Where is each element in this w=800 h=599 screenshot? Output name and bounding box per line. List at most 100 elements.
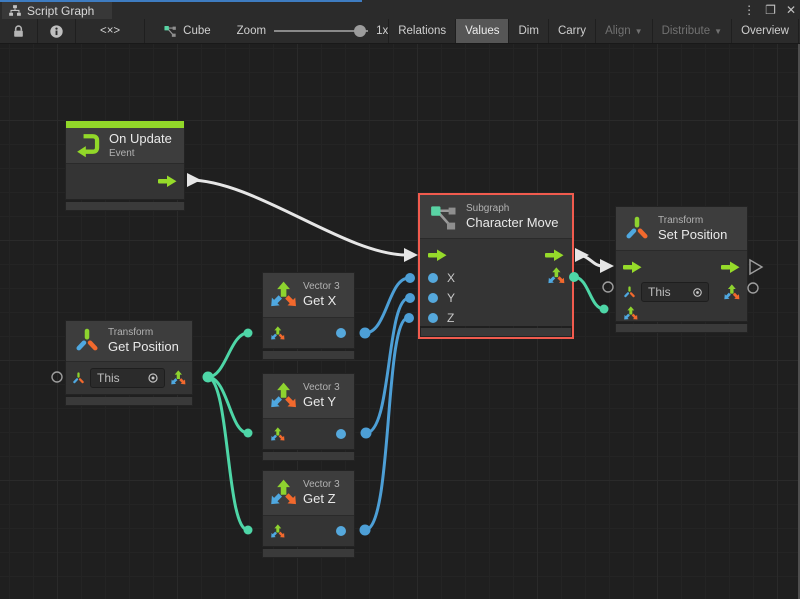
carry-button[interactable]: Carry [549,19,596,43]
zoom-value: 1x [376,25,388,37]
flow-in-port[interactable] [428,249,447,262]
info-button[interactable] [38,19,76,43]
align-dropdown[interactable]: Align ▼ [596,19,653,43]
float-out-port[interactable] [336,429,346,439]
port-label-z: Z [447,311,454,325]
flow-out-port[interactable] [545,249,564,262]
zoom-slider-handle[interactable] [354,25,366,37]
node-caption: Event [109,147,172,160]
lock-icon [11,24,26,39]
node-caption: Vector 3 [303,478,340,491]
node-get-z[interactable]: Vector 3 Get Z [262,470,355,558]
z-in-port[interactable] [428,313,438,323]
transform-out-port-icon[interactable] [723,284,740,301]
port-label-x: X [447,271,455,285]
flow-out-port[interactable] [721,261,740,274]
code-view-button[interactable]: <×> [76,19,145,43]
node-title: Set Position [658,227,727,244]
node-title: On Update [109,131,172,148]
node-title: Character Move [466,215,558,232]
graph-toolbar: <×> Cube Zoom 1x Relations Values Dim Ca… [0,19,800,44]
node-footer [420,328,572,337]
vector3-icon [269,281,297,309]
this-field-value: This [648,285,691,299]
transform-icon [74,328,100,354]
node-title: Get Y [303,394,340,411]
info-icon [49,24,64,39]
overview-label: Overview [741,25,789,37]
node-get-x[interactable]: Vector 3 Get X [262,272,355,360]
node-footer [65,397,193,406]
this-field-value: This [97,371,146,385]
node-title: Get Z [303,491,340,508]
node-footer [262,351,355,360]
this-object-field[interactable]: This [90,368,165,388]
node-on-update[interactable]: On Update Event [65,120,185,211]
node-footer [65,202,185,211]
window-titlebar[interactable]: Script Graph ⋮ ❐ ✕ [0,0,800,19]
node-footer [262,452,355,461]
distribute-dropdown[interactable]: Distribute ▼ [653,19,733,43]
object-picker-icon[interactable] [146,371,160,385]
dim-label: Dim [518,25,538,37]
close-icon[interactable]: ✕ [786,3,796,17]
y-in-port[interactable] [428,293,438,303]
chevron-down-icon: ▼ [635,27,643,36]
node-caption: Transform [658,214,727,227]
vector3-in-port-icon[interactable] [270,326,285,341]
node-caption: Subgraph [466,202,558,215]
on-update-loop-icon [74,132,101,159]
vector3-out-port-icon[interactable] [170,370,186,386]
graph-owner-icon [163,24,177,38]
this-object-field[interactable]: This [641,282,709,302]
node-footer [262,549,355,558]
distribute-label: Distribute [662,25,711,37]
graph-owner-breadcrumb[interactable]: Cube [163,24,211,38]
node-set-position[interactable]: Transform Set Position This [615,206,748,333]
tab-script-graph[interactable]: Script Graph [2,2,112,19]
values-button[interactable]: Values [456,19,509,43]
float-out-port[interactable] [336,328,346,338]
relations-button[interactable]: Relations [389,19,456,43]
flow-in-port[interactable] [623,261,642,274]
node-title: Get Position [108,339,179,356]
transform-in-port-icon[interactable] [623,286,636,299]
vector3-in-port-icon[interactable] [270,524,285,539]
node-caption: Vector 3 [303,381,340,394]
transform-icon [624,216,650,242]
object-picker-icon[interactable] [691,286,704,299]
overview-button[interactable]: Overview [732,19,799,43]
node-footer [615,324,748,333]
node-title: Get X [303,293,340,310]
carry-label: Carry [558,25,586,37]
vector3-out-port-icon[interactable] [547,267,565,285]
zoom-label: Zoom [237,25,266,37]
code-icon: <×> [100,25,120,37]
values-label: Values [465,25,499,37]
flow-out-port[interactable] [158,175,177,188]
vector3-value-in-port-icon[interactable] [623,306,638,321]
port-label-y: Y [447,291,455,305]
node-get-y[interactable]: Vector 3 Get Y [262,373,355,461]
align-label: Align [605,25,631,37]
vector3-in-port-icon[interactable] [270,427,285,442]
x-in-port[interactable] [428,273,438,283]
relations-label: Relations [398,25,446,37]
lock-button[interactable] [0,19,38,43]
transform-in-port-icon[interactable] [72,372,85,385]
window-menu-icon[interactable]: ⋮ [743,3,755,17]
node-get-position[interactable]: Transform Get Position This [65,320,193,406]
tab-title: Script Graph [27,4,94,18]
float-out-port[interactable] [336,526,346,536]
chevron-down-icon: ▼ [714,27,722,36]
vector3-icon [269,382,297,410]
subgraph-icon [428,202,458,232]
graph-owner-label: Cube [183,25,211,37]
dim-button[interactable]: Dim [509,19,548,43]
event-accent-bar [66,121,184,128]
node-caption: Transform [108,326,179,339]
zoom-slider[interactable] [274,25,368,37]
node-caption: Vector 3 [303,280,340,293]
node-character-move[interactable]: Subgraph Character Move X Y Z [418,193,574,339]
maximize-icon[interactable]: ❐ [765,3,776,17]
